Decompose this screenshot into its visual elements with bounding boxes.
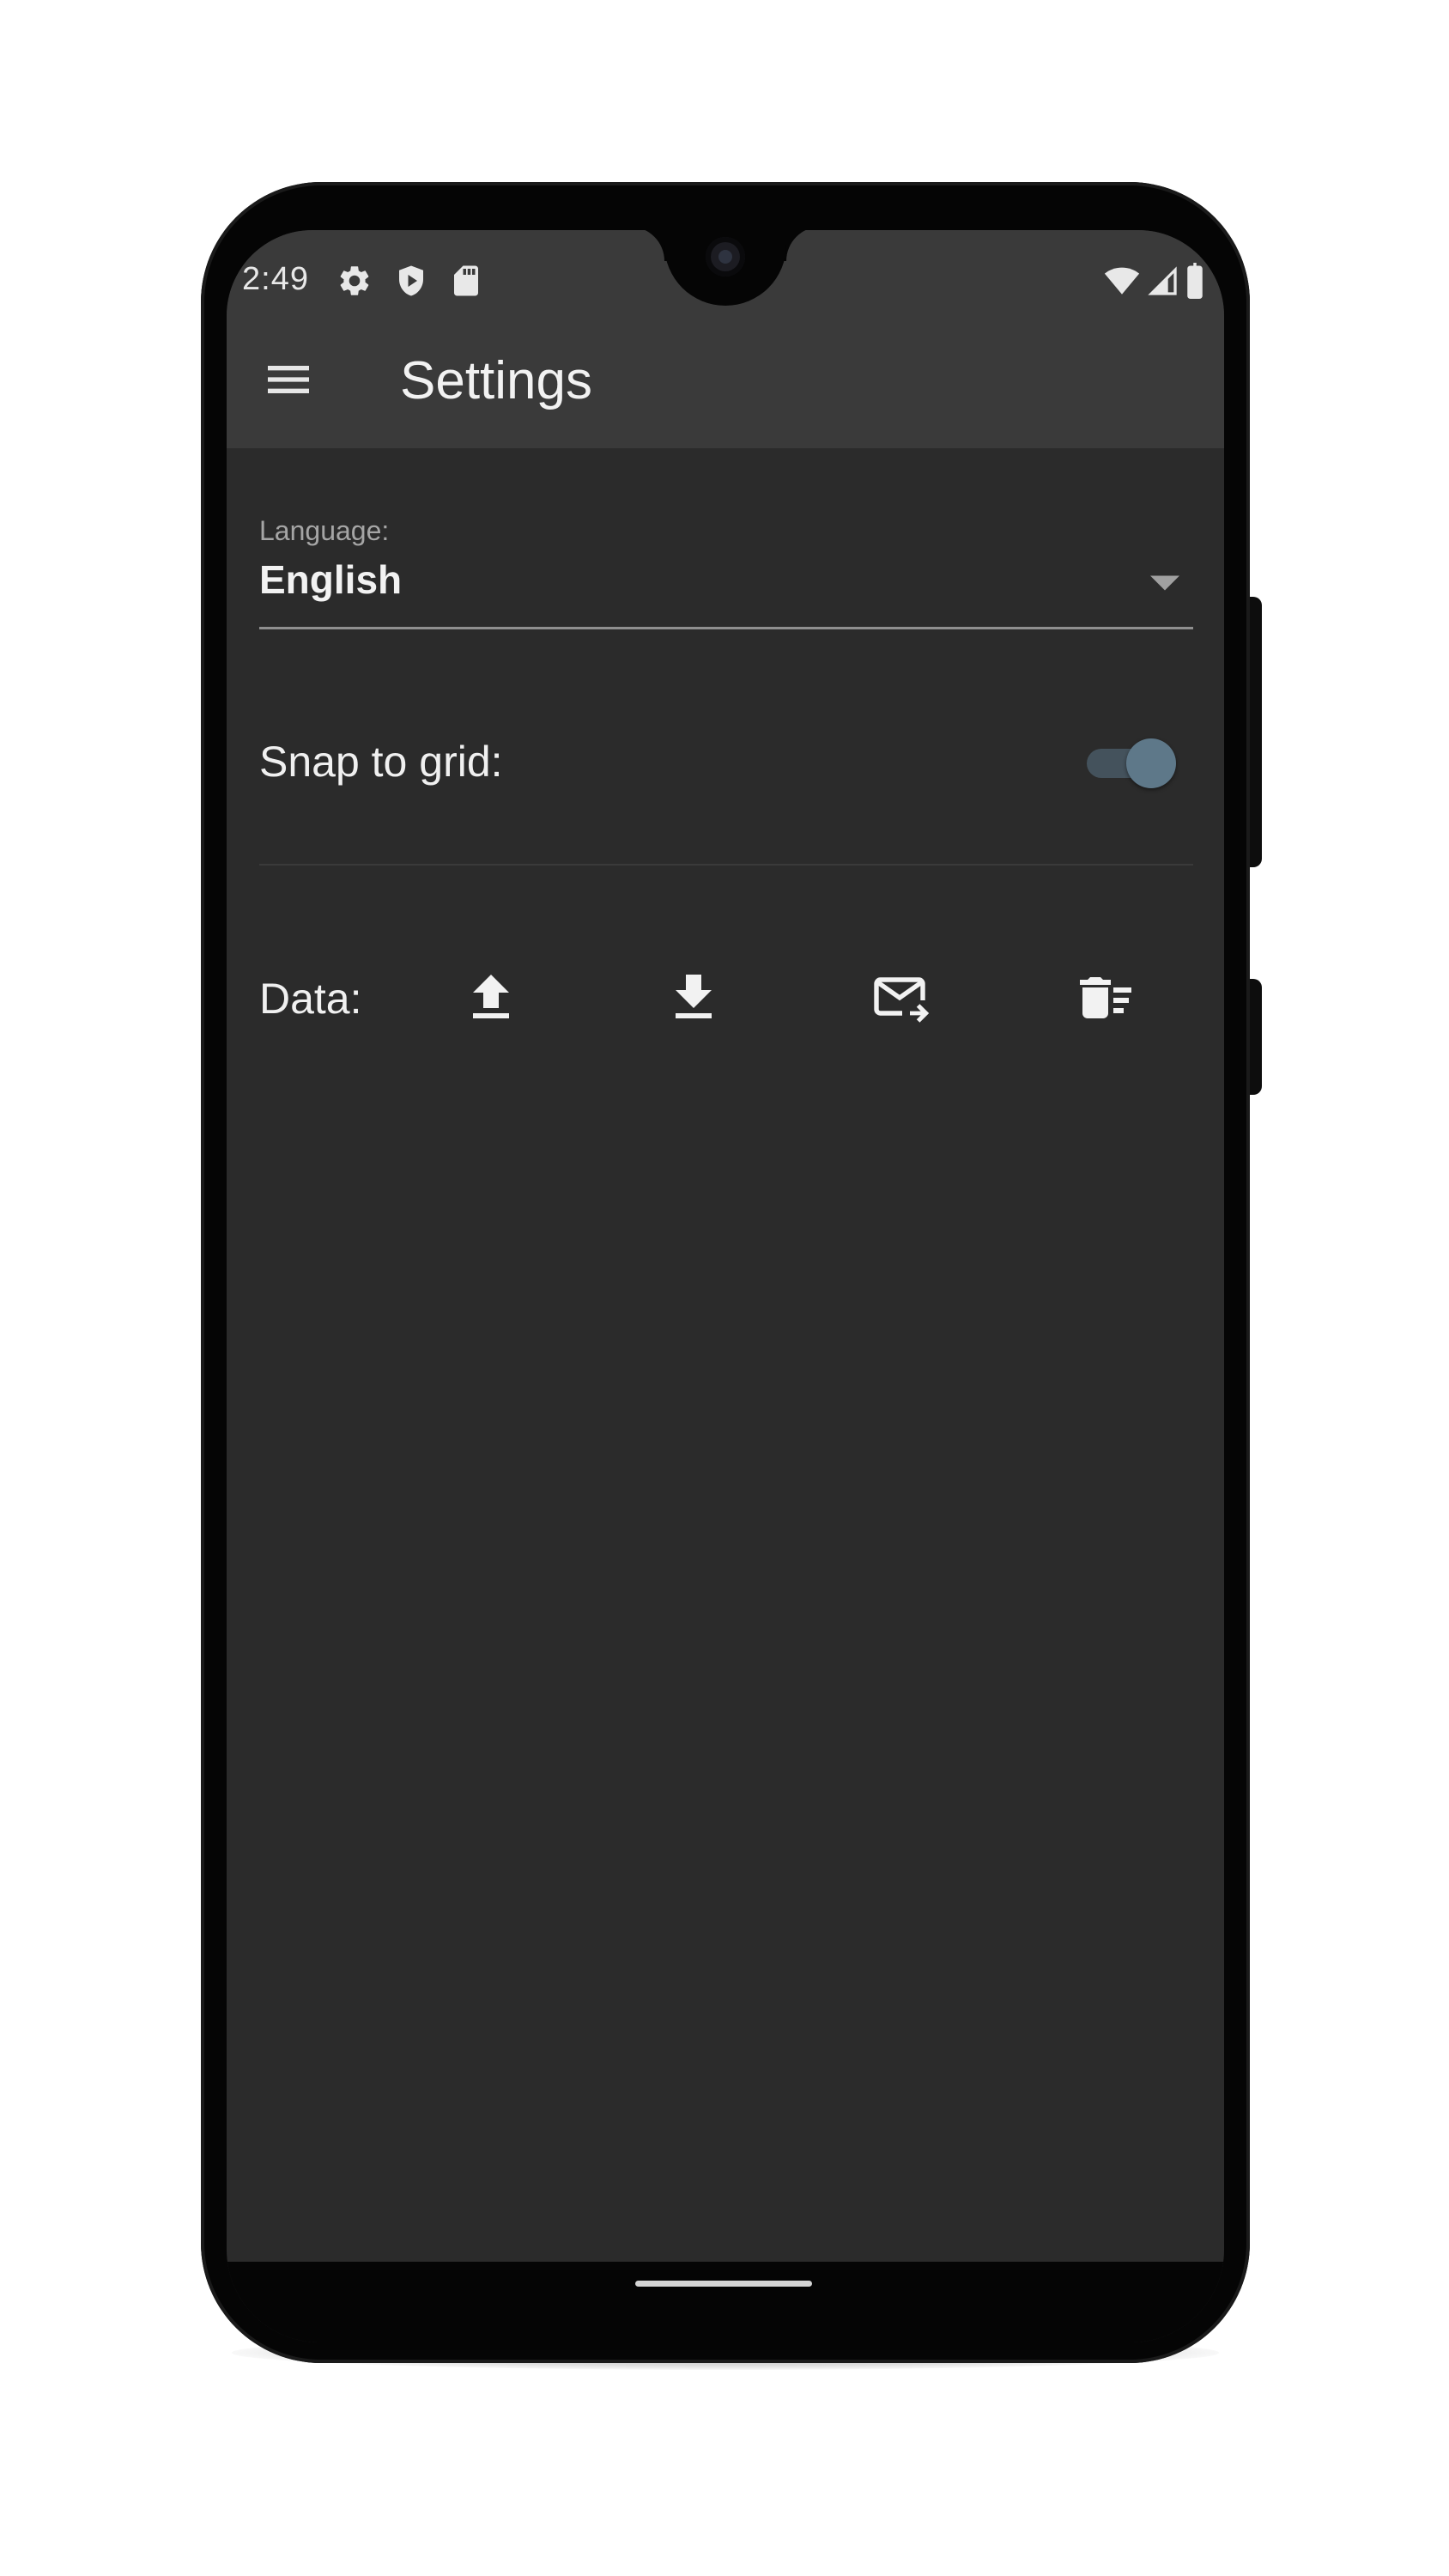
app-screen: 2:49 Settings Language: English Snap to … <box>227 230 1224 2342</box>
data-label: Data: <box>259 975 362 1023</box>
phone-frame: 2:49 Settings Language: English Snap to … <box>201 182 1250 2363</box>
upload-icon[interactable] <box>460 967 522 1029</box>
gesture-navigation-bar <box>227 2262 1224 2342</box>
toggle-thumb <box>1126 738 1176 788</box>
device-mockup: 2:49 Settings Language: English Snap to … <box>0 0 1449 2576</box>
hamburger-menu-icon[interactable] <box>261 352 316 407</box>
status-time: 2:49 <box>242 261 309 297</box>
page-title: Settings <box>400 351 593 410</box>
snap-to-grid-toggle[interactable] <box>1087 738 1176 788</box>
email-export-icon[interactable] <box>869 967 931 1029</box>
language-label: Language: <box>259 515 390 546</box>
front-camera <box>706 237 745 276</box>
play-protect-icon <box>393 263 429 299</box>
home-indicator[interactable] <box>635 2281 812 2287</box>
top-app-bar: 2:49 Settings <box>227 230 1224 448</box>
gear-icon <box>336 263 373 299</box>
battery-icon <box>1181 263 1209 299</box>
dropdown-arrow-icon <box>1150 575 1179 591</box>
cell-signal-icon <box>1145 263 1179 299</box>
delete-sweep-icon[interactable] <box>1075 967 1137 1029</box>
snap-to-grid-label: Snap to grid: <box>259 738 503 786</box>
language-selected-value: English <box>259 557 403 602</box>
section-divider <box>259 864 1193 866</box>
language-dropdown[interactable]: English <box>259 550 1193 629</box>
wifi-icon <box>1102 263 1142 299</box>
sd-card-icon <box>448 263 484 299</box>
snap-to-grid-row: Snap to grid: <box>259 706 1193 817</box>
data-actions-row: Data: <box>259 955 1193 1041</box>
download-icon[interactable] <box>663 967 724 1029</box>
